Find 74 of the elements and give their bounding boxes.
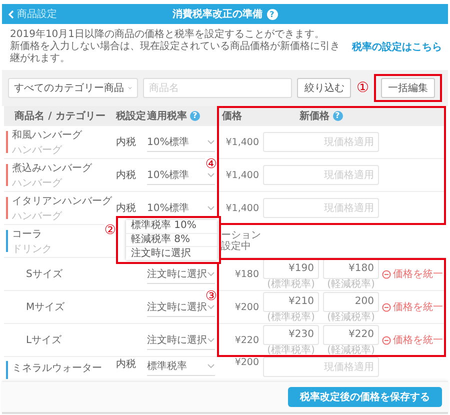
annotation-number: ④ [205, 158, 217, 171]
minus-circle-icon [382, 302, 391, 312]
description-text: 新価格を入力しない場合は、現在設定されている商品価格が新価格に引き継がれます。 [10, 41, 341, 65]
bulk-edit-button[interactable]: 一括編集 [381, 78, 435, 98]
chevron-icon [207, 304, 215, 310]
back-chevron-icon [8, 10, 14, 18]
price-field[interactable]: ¥190 [263, 258, 319, 278]
column-header: 適用税率 [147, 109, 187, 123]
current-price: ¥180 [234, 268, 259, 280]
chevron-icon [207, 204, 215, 210]
annotation-number: ③ [205, 290, 217, 303]
status-text: 設定中 [221, 241, 252, 252]
status-text: ーション [221, 230, 261, 241]
unify-price-link[interactable]: 価格を統一 [379, 300, 443, 314]
category-name: ドリンク [12, 242, 52, 256]
price-field[interactable]: ¥180 [323, 258, 379, 278]
price-caption: (軽減税率) [327, 278, 375, 290]
category-name: ハンバーグ [12, 176, 63, 190]
column-header: 商品名 / カテゴリー [14, 109, 106, 123]
price-field[interactable]: ¥210 [263, 292, 319, 312]
product-name: イタリアンハンバーグ [12, 194, 112, 208]
product-name: Sサイズ [26, 268, 62, 281]
chevron-icon [207, 172, 215, 178]
product-name: 煮込みハンバーグ [12, 162, 92, 174]
tax-rate-select[interactable]: 注文時に選択 [147, 330, 215, 350]
price-caption: (標準税率) [267, 344, 315, 356]
product-name: ミネラルウォーター [12, 362, 102, 375]
tax-rate-select[interactable]: 標準税率 [147, 357, 215, 376]
price-field[interactable]: 200 [323, 292, 379, 312]
price-field[interactable]: ¥220 [323, 324, 379, 344]
annotation-number: ① [356, 80, 369, 96]
filter-button[interactable]: 絞り込む [297, 78, 352, 98]
description-text: 2019年10月1日以降の商品の価格と税率を設定することができます。 [10, 29, 326, 40]
window-title: 消費税率改正の準備 [172, 7, 262, 21]
price-caption: (軽減税率) [327, 344, 375, 356]
column-header: 税設定 [116, 109, 146, 123]
product-name: 和風ハンバーグ [12, 128, 82, 142]
category-name: ハンバーグ [12, 210, 63, 222]
tax-rate-select[interactable]: 10%標準 [147, 132, 215, 152]
current-price: ¥1,400 [226, 202, 259, 214]
menu-item[interactable]: 注文時に選択 [126, 247, 217, 260]
chevron-icon [207, 363, 215, 369]
menu-item[interactable]: 軽減税率 8% [126, 234, 217, 248]
category-name: ハンバーグ [12, 144, 63, 156]
current-price: ¥1,400 [226, 170, 259, 180]
menu-item[interactable]: 標準税率 10% [126, 220, 217, 234]
price-field[interactable]: ¥230 [263, 324, 319, 344]
column-header: 新価格 [300, 109, 330, 123]
unify-price-link[interactable]: 価格を統一 [379, 333, 443, 347]
chevron-icon [207, 138, 215, 144]
tax-settings-link[interactable]: 税率の設定はこちら [352, 40, 442, 54]
minus-circle-icon [382, 270, 391, 278]
tax-setting: 内税 [116, 202, 136, 215]
minus-circle-icon [382, 336, 391, 344]
price-caption: (軽減税率) [327, 312, 375, 322]
current-price: ¥1,400 [226, 136, 259, 148]
unify-price-link[interactable]: 価格を統一 [379, 267, 443, 281]
product-name: コーラ [12, 228, 43, 240]
chevron-icon [207, 336, 215, 342]
current-price: ¥220 [234, 334, 259, 346]
column-header: 価格 [222, 110, 242, 123]
current-price: ¥200 [234, 357, 259, 368]
chevron-icon [207, 270, 215, 276]
product-name: Mサイズ [26, 301, 65, 314]
help-icon: ? [266, 8, 278, 20]
annotation-number: ② [104, 224, 116, 237]
tax-setting: 内税 [116, 358, 136, 371]
product-name: Lサイズ [26, 334, 62, 347]
category-select[interactable]: すべてのカテゴリー商品 [8, 78, 138, 98]
tax-setting: 内税 [116, 168, 136, 182]
price-caption: (標準税率) [267, 312, 315, 322]
tax-setting: 内税 [116, 136, 136, 149]
price-caption: (標準税率) [267, 278, 315, 290]
current-price: ¥200 [234, 302, 259, 312]
